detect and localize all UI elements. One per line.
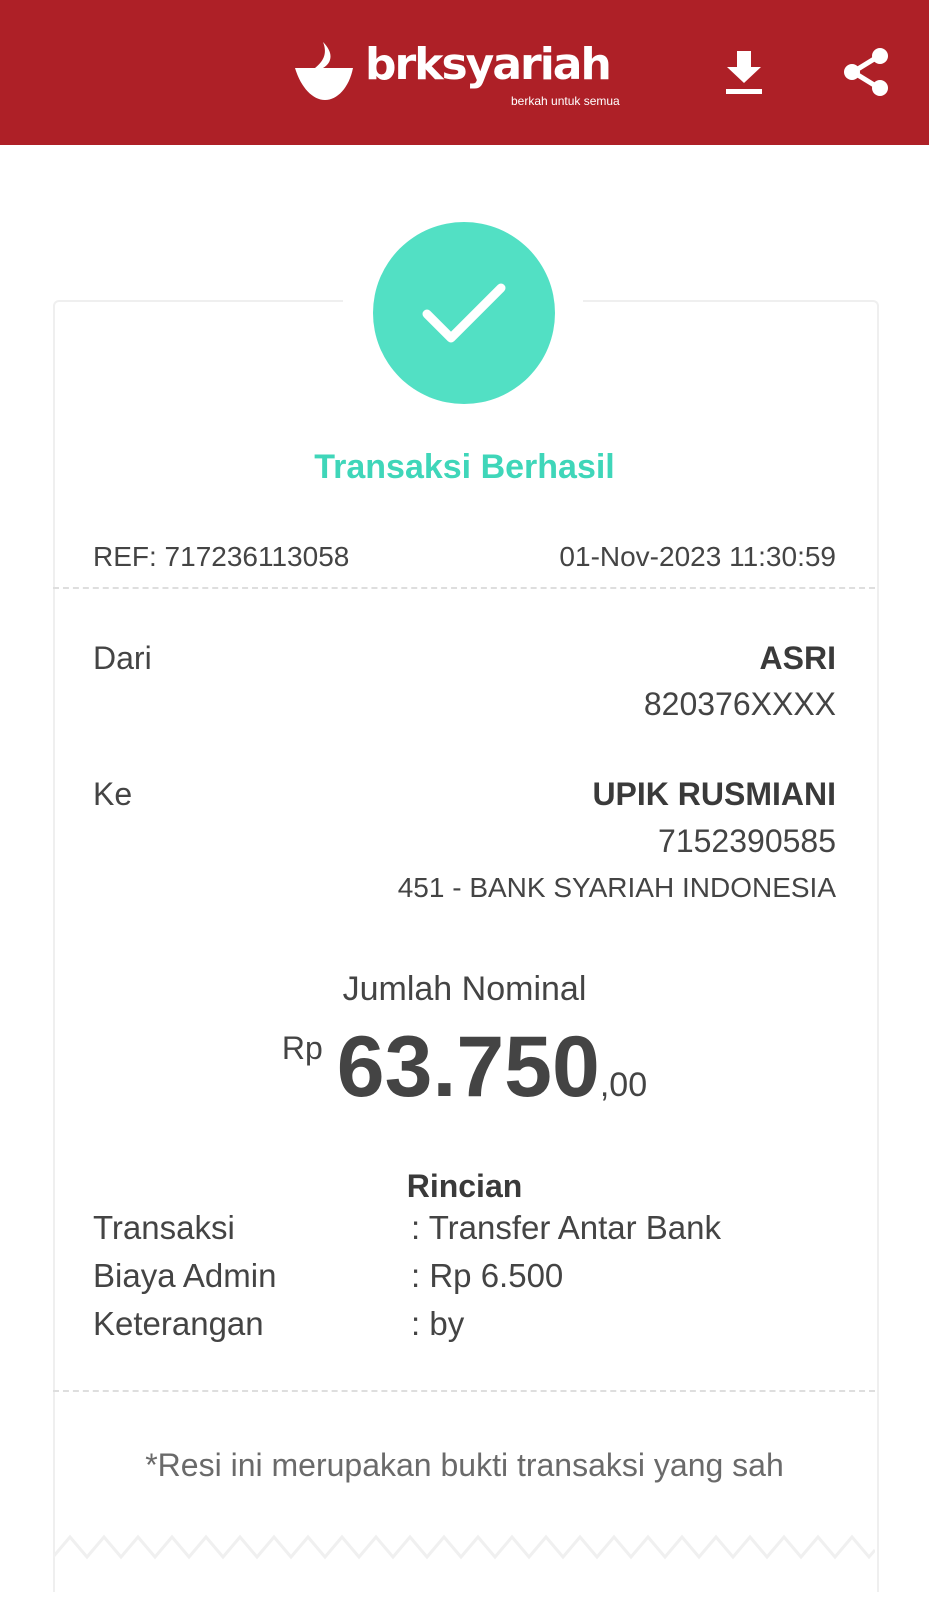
sender-account: 820376XXXX: [643, 686, 836, 722]
receipt-card: [53, 300, 879, 1592]
download-button[interactable]: [712, 40, 776, 104]
to-label: Ke: [93, 776, 133, 812]
sender-name: ASRI: [759, 640, 836, 676]
recipient-account: 7152390585: [658, 823, 836, 859]
brand-logo: brksyariah berkah untuk semua: [293, 36, 633, 116]
download-icon: [726, 51, 762, 94]
detail-key: Biaya Admin: [93, 1257, 277, 1294]
receipt-torn-edge: [53, 1534, 875, 1560]
receipt-validity-note: *Resi ini merupakan bukti transaksi yang…: [145, 1447, 784, 1483]
amount-currency: Rp: [281, 1030, 323, 1066]
detail-row: Biaya Admin : Rp 6.500: [93, 1257, 563, 1295]
success-badge: [373, 222, 555, 404]
app-header: brksyariah berkah untuk semua: [0, 0, 929, 145]
share-button[interactable]: [834, 40, 898, 104]
transaction-status: Transaksi Berhasil: [314, 448, 615, 486]
detail-value: : Transfer Antar Bank: [411, 1209, 721, 1246]
recipient-bank: 451 - BANK SYARIAH INDONESIA: [397, 872, 836, 903]
recipient-name: UPIK RUSMIANI: [592, 776, 836, 812]
logo-mark-icon: [295, 42, 353, 100]
logo-wordmark: brksyariah: [365, 39, 612, 90]
detail-value: : Rp 6.500: [411, 1257, 564, 1294]
logo-tagline: berkah untuk semua: [511, 94, 620, 108]
detail-key: Transaksi: [93, 1209, 235, 1246]
detail-row: Transaksi : Transfer Antar Bank: [93, 1209, 721, 1247]
reference-number: REF: 717236113058: [93, 541, 350, 572]
amount-label: Jumlah Nominal: [342, 970, 587, 1008]
amount-value: 63.750: [336, 1019, 600, 1115]
divider: [53, 1390, 875, 1392]
transaction-datetime: 01-Nov-2023 11:30:59: [559, 541, 836, 572]
detail-key: Keterangan: [93, 1305, 264, 1342]
detail-value: : by: [411, 1305, 465, 1342]
from-label: Dari: [93, 640, 152, 676]
detail-row: Keterangan : by: [93, 1305, 464, 1343]
check-icon: [422, 283, 506, 343]
share-icon: [844, 48, 888, 96]
amount-decimal: ,00: [599, 1066, 648, 1104]
details-title: Rincian: [406, 1168, 523, 1204]
divider: [53, 587, 875, 589]
amount-display: Rp 63.750,00: [0, 1022, 929, 1112]
